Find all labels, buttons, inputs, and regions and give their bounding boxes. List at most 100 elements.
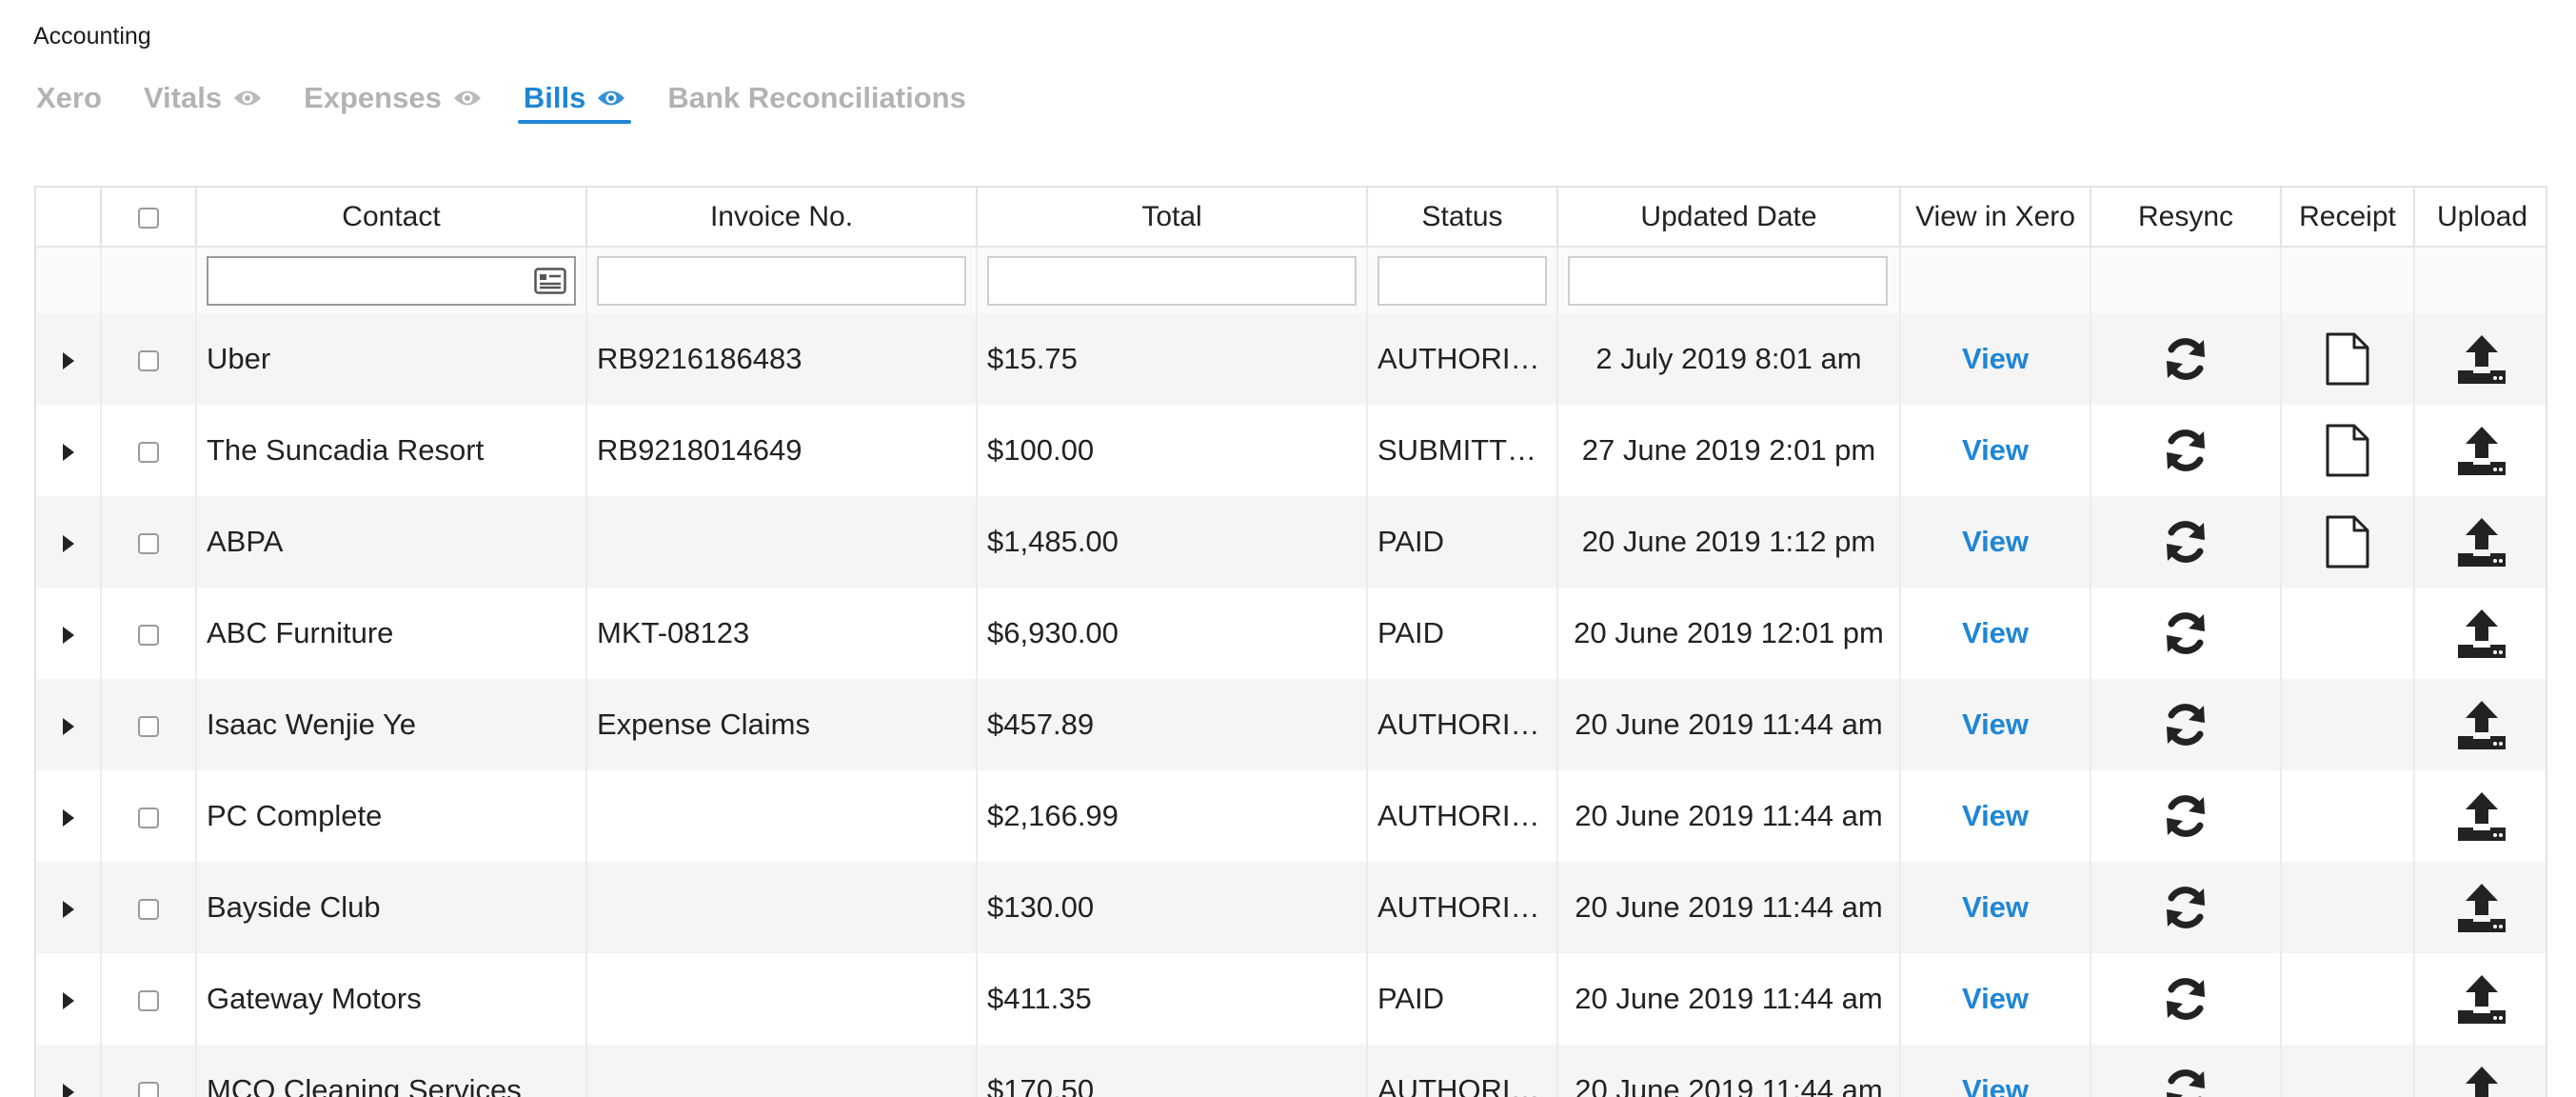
upload-icon[interactable] bbox=[2455, 792, 2508, 841]
contact-cell: Isaac Wenjie Ye bbox=[196, 679, 587, 770]
header-select-all[interactable] bbox=[101, 188, 197, 248]
receipt-cell bbox=[2281, 679, 2415, 770]
select-cell[interactable] bbox=[101, 679, 197, 770]
refresh-icon[interactable] bbox=[2161, 978, 2210, 1020]
expand-cell[interactable] bbox=[36, 1045, 102, 1097]
table-row[interactable]: Uber RB9216186483 $15.75 AUTHORI… 2 July 201… bbox=[36, 313, 2546, 405]
select-cell[interactable] bbox=[101, 770, 197, 862]
table-row[interactable]: ABPA $1,485.00 PAID 20 June 2019 1:12 pm Vie… bbox=[36, 496, 2546, 588]
table-row[interactable]: PC Complete $2,166.99 AUTHORI… 20 June 2019… bbox=[36, 770, 2546, 862]
document-icon[interactable] bbox=[2325, 515, 2370, 568]
expand-cell[interactable] bbox=[36, 496, 102, 588]
refresh-icon[interactable] bbox=[2161, 795, 2210, 837]
invoice-filter-input[interactable] bbox=[597, 255, 966, 306]
updated-date-filter-input[interactable] bbox=[1568, 255, 1888, 306]
refresh-icon[interactable] bbox=[2161, 1069, 2210, 1097]
caret-right-icon[interactable] bbox=[62, 534, 74, 552]
caret-right-icon[interactable] bbox=[62, 1083, 74, 1097]
refresh-icon[interactable] bbox=[2161, 612, 2210, 654]
upload-icon[interactable] bbox=[2455, 518, 2508, 567]
select-cell[interactable] bbox=[101, 496, 197, 588]
row-checkbox[interactable] bbox=[138, 898, 159, 920]
header-contact[interactable]: Contact bbox=[196, 188, 587, 248]
select-cell[interactable] bbox=[101, 1045, 197, 1097]
upload-icon[interactable] bbox=[2455, 335, 2508, 384]
status-cell: PAID bbox=[1367, 588, 1558, 679]
table-row[interactable]: ABC Furniture MKT-08123 $6,930.00 PAID 20 Ju… bbox=[36, 588, 2546, 679]
refresh-icon[interactable] bbox=[2161, 429, 2210, 471]
tab-vitals[interactable]: Vitals bbox=[144, 76, 262, 120]
select-cell[interactable] bbox=[101, 953, 197, 1045]
row-checkbox[interactable] bbox=[138, 532, 159, 554]
select-cell[interactable] bbox=[101, 862, 197, 953]
caret-right-icon[interactable] bbox=[62, 991, 74, 1009]
document-icon[interactable] bbox=[2325, 424, 2370, 477]
header-status[interactable]: Status bbox=[1367, 188, 1558, 248]
upload-icon[interactable] bbox=[2455, 975, 2508, 1024]
contact-filter-input[interactable] bbox=[207, 255, 576, 306]
expand-cell[interactable] bbox=[36, 679, 102, 770]
tab-bank-reconciliations[interactable]: Bank Reconciliations bbox=[667, 76, 966, 120]
row-checkbox[interactable] bbox=[138, 441, 159, 463]
view-in-xero-link[interactable]: View bbox=[1962, 433, 2029, 467]
header-total[interactable]: Total bbox=[977, 188, 1368, 248]
table-row[interactable]: Isaac Wenjie Ye Expense Claims $457.89 AUTH… bbox=[36, 679, 2546, 770]
select-cell[interactable] bbox=[101, 313, 197, 405]
upload-icon[interactable] bbox=[2455, 701, 2508, 749]
invoice-cell bbox=[586, 1045, 978, 1097]
view-in-xero-link[interactable]: View bbox=[1962, 525, 2029, 558]
total-filter-input[interactable] bbox=[987, 255, 1357, 306]
tab-expenses[interactable]: Expenses bbox=[304, 76, 482, 120]
table-row[interactable]: The Suncadia Resort RB9218014649 $100.00 SU… bbox=[36, 405, 2546, 496]
caret-right-icon[interactable] bbox=[62, 626, 74, 644]
expand-cell[interactable] bbox=[36, 770, 102, 862]
select-cell[interactable] bbox=[101, 405, 197, 496]
caret-right-icon[interactable] bbox=[62, 443, 74, 461]
eye-icon[interactable] bbox=[233, 88, 262, 109]
tab-xero[interactable]: Xero bbox=[36, 76, 102, 120]
row-checkbox[interactable] bbox=[138, 349, 159, 371]
view-in-xero-link[interactable]: View bbox=[1962, 799, 2029, 832]
status-filter-input[interactable] bbox=[1377, 255, 1547, 306]
row-checkbox[interactable] bbox=[138, 807, 159, 828]
view-in-xero-link[interactable]: View bbox=[1962, 890, 2029, 924]
expand-cell[interactable] bbox=[36, 953, 102, 1045]
caret-right-icon[interactable] bbox=[62, 900, 74, 918]
view-in-xero-link[interactable]: View bbox=[1962, 1073, 2029, 1097]
upload-icon[interactable] bbox=[2455, 427, 2508, 475]
upload-icon[interactable] bbox=[2455, 609, 2508, 658]
table-row[interactable]: MCO Cleaning Services $170.50 AUTHORI… 20 J… bbox=[36, 1045, 2546, 1097]
caret-right-icon[interactable] bbox=[62, 717, 74, 735]
expand-cell[interactable] bbox=[36, 313, 102, 405]
row-checkbox[interactable] bbox=[138, 715, 159, 737]
expand-cell[interactable] bbox=[36, 588, 102, 679]
table-row[interactable]: Bayside Club $130.00 AUTHORI… 20 June 2019 … bbox=[36, 862, 2546, 953]
id-card-icon[interactable] bbox=[534, 267, 566, 299]
upload-icon[interactable] bbox=[2455, 884, 2508, 932]
caret-right-icon[interactable] bbox=[62, 808, 74, 827]
select-cell[interactable] bbox=[101, 588, 197, 679]
refresh-icon[interactable] bbox=[2161, 887, 2210, 928]
expand-cell[interactable] bbox=[36, 405, 102, 496]
eye-icon[interactable] bbox=[453, 88, 482, 109]
view-in-xero-link[interactable]: View bbox=[1962, 982, 2029, 1015]
row-checkbox[interactable] bbox=[138, 624, 159, 646]
refresh-icon[interactable] bbox=[2161, 338, 2210, 380]
table-row[interactable]: Gateway Motors $411.35 PAID 20 June 2019 11… bbox=[36, 953, 2546, 1045]
header-invoice[interactable]: Invoice No. bbox=[586, 188, 978, 248]
row-checkbox[interactable] bbox=[138, 1081, 159, 1097]
select-all-checkbox[interactable] bbox=[138, 207, 159, 229]
view-in-xero-link[interactable]: View bbox=[1962, 708, 2029, 741]
refresh-icon[interactable] bbox=[2161, 521, 2210, 563]
view-in-xero-link[interactable]: View bbox=[1962, 342, 2029, 375]
expand-cell[interactable] bbox=[36, 862, 102, 953]
tab-bills[interactable]: Bills bbox=[517, 76, 632, 124]
header-updated-date[interactable]: Updated Date bbox=[1557, 188, 1901, 248]
upload-icon[interactable] bbox=[2455, 1067, 2508, 1097]
view-in-xero-link[interactable]: View bbox=[1962, 616, 2029, 649]
document-icon[interactable] bbox=[2325, 332, 2370, 386]
eye-icon[interactable] bbox=[597, 88, 625, 109]
refresh-icon[interactable] bbox=[2161, 704, 2210, 746]
row-checkbox[interactable] bbox=[138, 989, 159, 1011]
caret-right-icon[interactable] bbox=[62, 351, 74, 369]
